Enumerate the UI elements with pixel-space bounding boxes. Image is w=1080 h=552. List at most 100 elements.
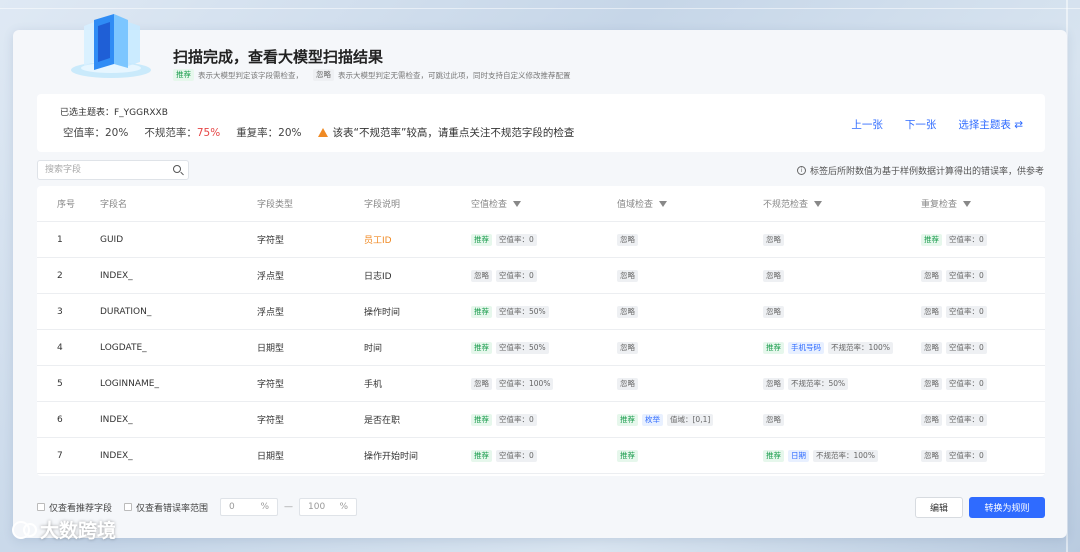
choose-table-button[interactable]: 选择主题表 ⇄	[958, 117, 1023, 132]
convert-to-rules-button[interactable]: 转换为规则	[969, 497, 1045, 518]
header-null-check: 空值检查	[471, 197, 522, 210]
null-check-tag[interactable]: 忽略	[471, 377, 492, 390]
search-icon[interactable]	[173, 165, 181, 173]
dup-check-cell: 忽略 空值率：0	[921, 305, 987, 318]
legend-ignore-text: 表示大模型判定无需检查，可跳过此项，同时支持自定义修改推荐配置	[338, 70, 571, 80]
table-navigation: 上一张 下一张 选择主题表 ⇄	[851, 117, 1023, 132]
warning-message: 该表“不规范率”较高，请重点关注不规范字段的检查	[317, 125, 574, 140]
header-field-name: 字段名	[100, 200, 128, 210]
field-desc: 时间	[364, 344, 383, 354]
irregular-check-rate-tag: 不规范率：100%	[828, 341, 893, 354]
null-check-cell: 推荐 空值率：0	[471, 233, 537, 246]
range-check-cell: 忽略	[617, 269, 638, 282]
range-min-input[interactable]: 0%	[220, 498, 279, 516]
dup-check-rate-tag: 空值率：0	[946, 377, 987, 390]
field-type: 字符型	[257, 236, 285, 246]
null-check-rate-tag: 空值率：100%	[496, 377, 554, 390]
next-table-button[interactable]: 下一张	[905, 117, 937, 132]
range-check-rule-tag[interactable]: 枚举	[642, 413, 663, 426]
null-check-tag[interactable]: 推荐	[471, 449, 492, 462]
only-recommended-filter[interactable]: 仅查看推荐字段	[37, 501, 112, 514]
null-check-tag[interactable]: 推荐	[471, 305, 492, 318]
filter-icon[interactable]	[963, 200, 972, 207]
prev-table-button[interactable]: 上一张	[851, 117, 883, 132]
table-row: 4 LOGDATE_ 日期型 时间 推荐 空值率：50% 忽略 推荐 手机号码 不规范率：100%…	[37, 330, 1045, 366]
selected-table-label: 已选主题表：F_YGGRXXB	[60, 108, 168, 118]
filter-icon[interactable]	[659, 200, 668, 207]
header-dup-check: 重复检查	[921, 197, 972, 210]
irregular-check-tag[interactable]: 忽略	[763, 305, 784, 318]
dup-check-tag[interactable]: 忽略	[921, 341, 942, 354]
range-check-tag[interactable]: 忽略	[617, 341, 638, 354]
row-index: 7	[57, 450, 63, 461]
header-range-check-label: 值域检查	[617, 200, 654, 210]
checkbox[interactable]	[124, 503, 133, 511]
range-check-tag[interactable]: 忽略	[617, 377, 638, 390]
irregular-check-tag[interactable]: 推荐	[763, 449, 784, 462]
dup-check-rate-tag: 空值率：0	[946, 341, 987, 354]
null-check-cell: 忽略 空值率：100%	[471, 377, 554, 390]
row-index: 2	[57, 270, 63, 281]
table-row: 3 DURATION_ 浮点型 操作时间 推荐 空值率：50% 忽略 忽略 忽略 空值率：0	[37, 294, 1045, 330]
dup-check-tag[interactable]: 忽略	[921, 269, 942, 282]
row-index: 3	[57, 306, 63, 317]
range-max-input[interactable]: 100%	[299, 498, 358, 516]
watermark-text: 大数跨境	[40, 520, 117, 542]
range-check-tag[interactable]: 忽略	[617, 233, 638, 246]
irregular-check-tag[interactable]: 推荐	[763, 341, 784, 354]
table-info-card: 已选主题表：F_YGGRXXB 空值率：20% 不规范率：75% 重复率：20%…	[37, 94, 1045, 152]
irregular-check-tag[interactable]: 忽略	[763, 233, 784, 246]
edit-button[interactable]: 编辑	[915, 497, 963, 518]
header-field-desc: 字段说明	[364, 200, 401, 210]
field-desc: 操作开始时间	[364, 452, 419, 462]
null-check-rate-tag: 空值率：50%	[496, 305, 549, 318]
header-irregular-check-label: 不规范检查	[763, 200, 809, 210]
null-check-rate-tag: 空值率：0	[496, 269, 537, 282]
null-check-tag[interactable]: 推荐	[471, 413, 492, 426]
field-type: 日期型	[257, 452, 285, 462]
checkbox[interactable]	[37, 503, 45, 511]
range-check-tag[interactable]: 忽略	[617, 269, 638, 282]
irregular-check-tag[interactable]: 忽略	[763, 413, 784, 426]
dup-check-tag[interactable]: 忽略	[921, 413, 942, 426]
dup-check-tag[interactable]: 忽略	[921, 377, 942, 390]
field-name: INDEX_	[100, 450, 133, 461]
field-desc[interactable]: 员工ID	[364, 233, 392, 246]
error-range-filter[interactable]: 仅查看错误率范围	[124, 501, 208, 514]
page-title: 扫描完成，查看大模型扫描结果	[173, 48, 384, 66]
filter-icon[interactable]	[814, 200, 823, 207]
null-check-tag[interactable]: 忽略	[471, 269, 492, 282]
range-check-tag[interactable]: 忽略	[617, 305, 638, 318]
footer-filters: 仅查看推荐字段 仅查看错误率范围 0% — 100%	[37, 498, 358, 516]
irregular-check-rate-tag: 不规范率：50%	[788, 377, 849, 390]
irregular-check-rule-tag[interactable]: 手机号码	[788, 341, 824, 354]
recommend-tag: 推荐	[173, 69, 194, 81]
range-check-tag[interactable]: 推荐	[617, 449, 638, 462]
dup-check-tag[interactable]: 忽略	[921, 305, 942, 318]
dup-check-cell: 忽略 空值率：0	[921, 377, 987, 390]
legend-line: 推荐 表示大模型判定该字段需检查， 忽略 表示大模型判定无需检查，可跳过此项，同…	[173, 69, 571, 81]
row-index: 1	[57, 234, 63, 245]
field-name: DURATION_	[100, 306, 152, 317]
field-name: GUID	[100, 234, 124, 245]
dup-check-tag[interactable]: 忽略	[921, 449, 942, 462]
dup-check-rate-tag: 空值率：0	[946, 233, 987, 246]
dup-check-cell: 忽略 空值率：0	[921, 269, 987, 282]
null-check-rate-tag: 空值率：0	[496, 233, 537, 246]
header-dup-check-label: 重复检查	[921, 200, 958, 210]
null-check-tag[interactable]: 推荐	[471, 233, 492, 246]
field-table: 序号 字段名 字段类型 字段说明 空值检查 值域检查 不规范检查 重复检查 1 G…	[37, 186, 1045, 476]
search-input[interactable]	[38, 161, 163, 179]
range-check-tag[interactable]: 推荐	[617, 413, 638, 426]
watermark-logo-icon	[12, 520, 37, 539]
filter-icon[interactable]	[513, 200, 522, 207]
null-check-rate-tag: 空值率：0	[496, 449, 537, 462]
dup-check-tag[interactable]: 推荐	[921, 233, 942, 246]
null-check-tag[interactable]: 推荐	[471, 341, 492, 354]
ignore-tag: 忽略	[313, 69, 334, 81]
irregular-check-tag[interactable]: 忽略	[763, 269, 784, 282]
irregular-check-rule-tag[interactable]: 日期	[788, 449, 809, 462]
range-max-value: 100	[308, 502, 326, 512]
search-box	[37, 160, 189, 180]
irregular-check-tag[interactable]: 忽略	[763, 377, 784, 390]
